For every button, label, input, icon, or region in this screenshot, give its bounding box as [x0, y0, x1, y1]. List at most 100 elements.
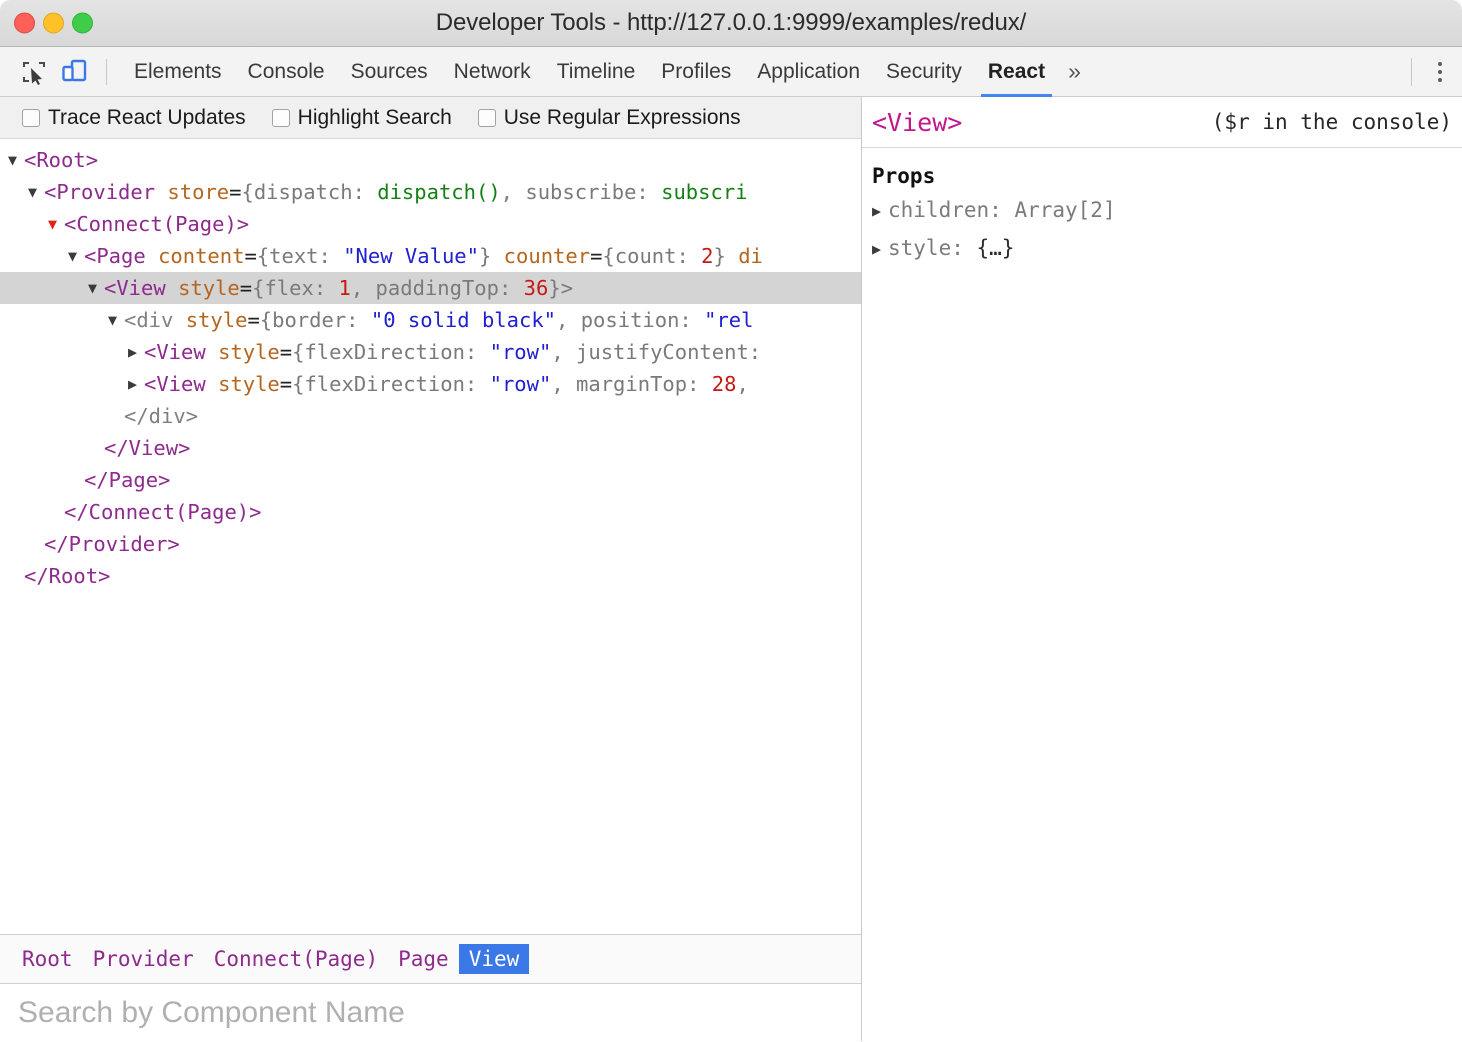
checkbox-use-regular-expressions[interactable]: Use Regular Expressions	[478, 106, 741, 130]
tree-row[interactable]: ▼<View style={flex: 1, paddingTop: 36}>	[0, 272, 861, 304]
checkbox-box[interactable]	[478, 109, 496, 127]
component-tree[interactable]: ▼<Root>▼<Provider store={dispatch: dispa…	[0, 139, 861, 934]
tree-row[interactable]: ▼</div>	[0, 400, 861, 432]
toolbar-right-divider	[1411, 58, 1412, 86]
tab-application[interactable]: Application	[744, 47, 873, 97]
tree-row[interactable]: ▼</Root>	[0, 560, 861, 592]
tab-elements[interactable]: Elements	[121, 47, 235, 97]
tree-token-num: 36	[524, 276, 549, 300]
maximize-window-button[interactable]	[72, 13, 93, 34]
tree-token-punct: }	[479, 244, 504, 268]
tabs-overflow-icon[interactable]: »	[1058, 47, 1091, 97]
tree-token-punct: {text:	[257, 244, 343, 268]
search-input[interactable]	[16, 995, 861, 1031]
console-ref-hint: ($r in the console)	[1212, 110, 1452, 134]
close-window-button[interactable]	[14, 13, 35, 34]
chevron-down-icon[interactable]: ▼	[28, 176, 44, 208]
tab-profiles[interactable]: Profiles	[648, 47, 744, 97]
toolbar-right-group	[1411, 47, 1462, 96]
breadcrumb-item-root[interactable]: Root	[12, 944, 83, 974]
component-tree-pane: Trace React Updates Highlight Search Use…	[0, 97, 862, 1041]
tab-react[interactable]: React	[975, 47, 1058, 97]
tree-token-num: 28	[712, 372, 737, 396]
tree-token-punct: {flexDirection:	[292, 372, 489, 396]
checkbox-trace-react-updates[interactable]: Trace React Updates	[22, 106, 246, 130]
prop-value: Array[2]	[1014, 198, 1115, 222]
tab-network[interactable]: Network	[441, 47, 544, 97]
checkbox-label: Trace React Updates	[48, 106, 246, 130]
chevron-down-icon[interactable]: ▼	[88, 272, 104, 304]
chevron-right-icon[interactable]: ▶	[872, 193, 888, 230]
chevron-down-icon[interactable]: ▼	[68, 240, 84, 272]
tree-token-eq: =	[229, 180, 241, 204]
tree-token-punct: , marginTop:	[551, 372, 711, 396]
tree-row[interactable]: ▼</View>	[0, 432, 861, 464]
props-inspector-pane: <View> ($r in the console) Props ▶childr…	[862, 97, 1462, 1041]
tree-token-tag: <View	[104, 276, 178, 300]
tree-token-tag: <Connect(Page)>	[64, 212, 249, 236]
tree-token-tag: <Provider	[44, 180, 167, 204]
inspector-body: Props ▶children: Array[2]▶style: {…}	[862, 148, 1462, 1041]
tree-row[interactable]: ▶<View style={flexDirection: "row", just…	[0, 336, 861, 368]
chevron-right-icon[interactable]: ▶	[128, 368, 144, 400]
tree-row[interactable]: ▼</Provider>	[0, 528, 861, 560]
tree-token-punct: {flexDirection:	[292, 340, 489, 364]
window-title: Developer Tools - http://127.0.0.1:9999/…	[0, 9, 1462, 37]
checkbox-label: Use Regular Expressions	[504, 106, 741, 130]
tree-row[interactable]: ▼<Root>	[0, 144, 861, 176]
inspect-cursor-icon[interactable]	[14, 53, 54, 91]
prop-row[interactable]: ▶children: Array[2]	[872, 192, 1452, 230]
inspector-header: <View> ($r in the console)	[862, 97, 1462, 148]
prop-value: {…}	[977, 236, 1015, 260]
breadcrumb-item-page[interactable]: Page	[388, 944, 459, 974]
tree-row[interactable]: ▼<Provider store={dispatch: dispatch(), …	[0, 176, 861, 208]
tab-console[interactable]: Console	[235, 47, 338, 97]
tree-token-punct: , justifyContent:	[551, 340, 761, 364]
minimize-window-button[interactable]	[43, 13, 64, 34]
chevron-down-icon[interactable]: ▼	[108, 304, 124, 336]
tree-row[interactable]: ▼<Page content={text: "New Value"} count…	[0, 240, 861, 272]
tree-token-tag: </Root>	[24, 564, 110, 588]
tree-token-eq: =	[247, 308, 259, 332]
tree-token-eq: =	[240, 276, 252, 300]
checkbox-box[interactable]	[272, 109, 290, 127]
breadcrumb-item-connectpage[interactable]: Connect(Page)	[204, 944, 388, 974]
tree-token-punct: {count:	[602, 244, 701, 268]
tab-timeline[interactable]: Timeline	[544, 47, 649, 97]
chevron-down-icon[interactable]: ▼	[8, 144, 24, 176]
prop-row[interactable]: ▶style: {…}	[872, 230, 1452, 268]
tree-row[interactable]: ▼</Page>	[0, 464, 861, 496]
checkbox-highlight-search[interactable]: Highlight Search	[272, 106, 452, 130]
tree-token-fn: subscri	[661, 180, 747, 204]
kebab-menu-icon[interactable]	[1418, 50, 1462, 94]
tree-token-str: "New Value"	[343, 244, 479, 268]
chevron-down-icon[interactable]: ▼	[48, 208, 64, 240]
tab-sources[interactable]: Sources	[338, 47, 441, 97]
breadcrumb-item-view[interactable]: View	[459, 944, 530, 974]
devtools-tabs: Elements Console Sources Network Timelin…	[121, 47, 1091, 97]
tree-token-punct: ,	[736, 372, 748, 396]
tree-row[interactable]: ▼<div style={border: "0 solid black", po…	[0, 304, 861, 336]
chevron-right-icon[interactable]: ▶	[128, 336, 144, 368]
breadcrumb-item-provider[interactable]: Provider	[83, 944, 204, 974]
tree-token-str: "0 solid black"	[371, 308, 556, 332]
selected-component-title: <View>	[872, 108, 962, 137]
tree-row[interactable]: ▶<View style={flexDirection: "row", marg…	[0, 368, 861, 400]
checkbox-box[interactable]	[22, 109, 40, 127]
tree-token-punct: , position:	[556, 308, 704, 332]
devtools-toolbar: Elements Console Sources Network Timelin…	[0, 47, 1462, 97]
tree-row[interactable]: ▼<Connect(Page)>	[0, 208, 861, 240]
tree-token-str: "rel	[704, 308, 753, 332]
tab-security[interactable]: Security	[873, 47, 975, 97]
tree-row[interactable]: ▼</Connect(Page)>	[0, 496, 861, 528]
tree-token-eq: =	[280, 372, 292, 396]
window-controls	[14, 13, 93, 34]
tree-token-tag: <Root>	[24, 148, 98, 172]
devtools-window: Developer Tools - http://127.0.0.1:9999/…	[0, 0, 1462, 1042]
chevron-right-icon[interactable]: ▶	[872, 231, 888, 268]
tree-token-str: "row"	[490, 340, 552, 364]
device-toolbar-icon[interactable]	[54, 53, 94, 91]
tree-token-fn: dispatch()	[377, 180, 500, 204]
breadcrumb: RootProviderConnect(Page)PageView	[0, 934, 861, 984]
react-options-bar: Trace React Updates Highlight Search Use…	[0, 97, 861, 139]
